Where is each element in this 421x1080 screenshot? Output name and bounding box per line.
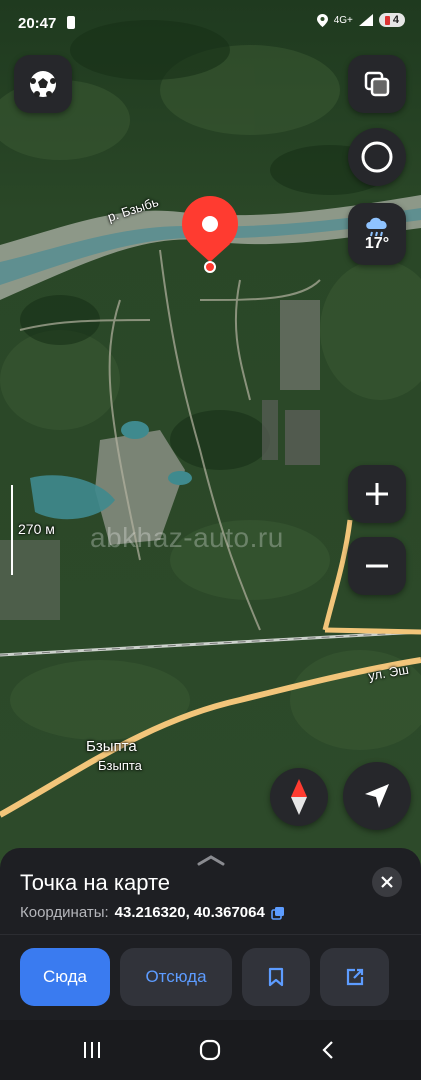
home-button[interactable] [190,1036,230,1064]
signal-icon [358,14,373,26]
status-icons: 4G+ 4 [316,13,405,27]
soccer-ball-icon [30,71,56,97]
system-nav-bar [0,1020,421,1080]
notification-icon [67,16,75,29]
route-here-label: Сюда [42,967,88,986]
weather-widget[interactable]: 17° [348,203,406,265]
compass-icon [291,779,307,815]
share-icon [346,968,363,986]
watermark-text: abkhaz-auto.ru [90,522,284,553]
share-button[interactable] [320,948,389,1006]
rain-cloud-icon [366,217,387,237]
scale-label: 270 м [18,521,55,537]
bookmark-icon [268,967,284,987]
satellite-map[interactable] [0,0,421,850]
copy-icon[interactable] [271,906,285,920]
home-icon [199,1039,221,1061]
alice-ring-icon [361,141,393,173]
zoom-out-button[interactable] [348,537,406,595]
plus-icon [366,483,388,505]
layers-button[interactable] [348,55,406,113]
zoom-in-button[interactable] [348,465,406,523]
status-time: 20:47 [18,15,57,32]
weather-temperature: 17° [364,235,390,252]
network-label: 4G+ [333,14,353,26]
recents-button[interactable] [72,1036,112,1064]
point-info-sheet: Точка на карте Координаты: 43.216320, 40… [0,848,421,1020]
coordinates-value[interactable]: 43.216320, 40.367064 [115,904,265,921]
back-button[interactable] [308,1036,348,1064]
battery-icon [384,15,390,25]
status-bar: 20:47 4G+ 4 [0,0,421,48]
locate-button[interactable] [343,762,411,830]
village-label: Бзыпта [86,738,137,755]
coordinates-label: Координаты: [20,904,109,921]
profile-button[interactable] [14,55,72,113]
minus-icon [366,564,388,568]
route-from-label: Отсюда [145,967,207,986]
route-here-button[interactable]: Сюда [20,948,110,1006]
recents-icon [84,1042,100,1058]
close-icon [381,876,393,888]
compass-button[interactable] [270,768,328,826]
coordinates-row: Координаты: 43.216320, 40.367064 [20,904,285,921]
back-icon [322,1041,333,1059]
sheet-divider [0,934,421,935]
bookmark-button[interactable] [242,948,310,1006]
village-label-small: Бзыпта [98,758,142,773]
sheet-grabber-icon[interactable] [197,854,225,866]
sheet-title: Точка на карте [20,870,171,895]
location-icon [316,13,328,27]
navigation-arrow-icon [365,784,389,808]
route-from-button[interactable]: Отсюда [120,948,232,1006]
close-button[interactable] [372,867,402,897]
alice-button[interactable] [348,128,406,186]
layers-icon [364,71,390,97]
battery-level: 4 [392,14,399,26]
battery-badge: 4 [378,13,405,27]
